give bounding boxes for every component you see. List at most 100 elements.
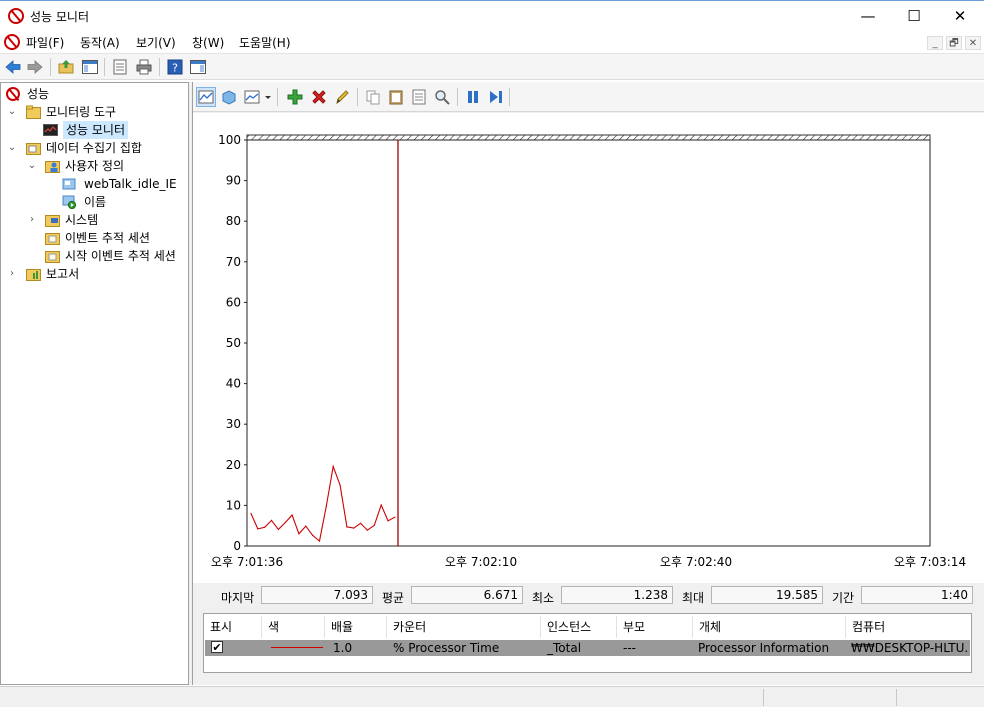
close-button[interactable]: ✕: [937, 1, 983, 31]
y-tick-label: 40: [226, 377, 241, 391]
change-graph-type-icon[interactable]: [243, 88, 261, 106]
data-point: [339, 484, 341, 486]
zoom-icon[interactable]: [433, 88, 451, 106]
highlight-icon[interactable]: [333, 88, 351, 106]
toolbar-separator: [457, 88, 458, 106]
line-graph[interactable]: 100 90 80 70 60 50 40 30 20 10 0 오후 7:01:36 오후 7:02…: [193, 113, 984, 583]
y-tick-label: 70: [226, 255, 241, 269]
menu-action[interactable]: 동작(A): [80, 34, 120, 51]
dropdown-arrow-icon[interactable]: [263, 88, 273, 106]
tree-item-label: 보고서: [46, 267, 80, 281]
minimize-button[interactable]: —: [845, 1, 891, 31]
tree-item-label: 사용자 정의: [65, 159, 125, 173]
collector-set-icon: [62, 178, 76, 190]
chevron-down-icon[interactable]: ⌄: [7, 103, 17, 121]
chevron-down-icon[interactable]: ⌄: [7, 139, 17, 157]
data-point: [373, 524, 375, 526]
data-point: [291, 514, 293, 516]
data-point: [264, 526, 266, 528]
chart-toolbar: [193, 82, 984, 112]
instance-cell: _Total: [547, 641, 582, 655]
data-point: [380, 504, 382, 506]
column-header-counter[interactable]: 카운터: [387, 616, 541, 638]
mdi-close-button[interactable]: ✕: [965, 36, 981, 50]
folder-icon: [26, 105, 41, 119]
show-hide-tree-icon[interactable]: [82, 59, 98, 75]
column-header-color[interactable]: 색: [262, 616, 325, 638]
minimum-label: 최소: [532, 591, 555, 605]
system-folder-icon: [45, 215, 60, 227]
mdi-minimize-button[interactable]: _: [927, 36, 943, 50]
data-point: [387, 520, 389, 522]
data-collector-folder-icon: [26, 143, 41, 155]
data-point: [318, 540, 321, 542]
view-current-activity-icon[interactable]: [196, 87, 216, 107]
perfmon-menu-icon[interactable]: [4, 34, 20, 50]
menu-window[interactable]: 창(W): [192, 34, 224, 51]
perfmon-app-icon: [8, 8, 24, 24]
copy-properties-icon[interactable]: [364, 88, 382, 106]
up-folder-icon[interactable]: [58, 59, 74, 75]
window-title: 성능 모니터: [30, 10, 90, 24]
column-header-computer[interactable]: 컴퓨터: [846, 616, 971, 638]
column-header-scale[interactable]: 배율: [325, 616, 387, 638]
data-point: [270, 519, 273, 521]
maximum-value: 19.585: [711, 586, 823, 604]
update-data-icon[interactable]: [487, 88, 505, 106]
freeze-display-icon[interactable]: [464, 88, 482, 106]
column-header-instance[interactable]: 인스턴스: [541, 616, 617, 638]
last-label: 마지막: [221, 591, 255, 605]
menu-file[interactable]: 파일(F): [26, 34, 64, 51]
column-header-show[interactable]: 표시: [204, 616, 262, 638]
paste-counter-list-icon[interactable]: [387, 88, 405, 106]
status-bar: [0, 686, 984, 707]
properties-icon[interactable]: [112, 59, 128, 75]
chevron-right-icon[interactable]: ›: [27, 211, 37, 229]
y-tick-label: 100: [218, 133, 241, 147]
column-header-object[interactable]: 개체: [693, 616, 846, 638]
delete-counter-icon[interactable]: [310, 88, 328, 106]
tree-item-label: 성능: [27, 87, 50, 101]
data-point: [312, 534, 314, 536]
forward-arrow-icon[interactable]: [27, 59, 43, 75]
properties-icon[interactable]: [410, 88, 428, 106]
toolbar-separator: [509, 88, 510, 106]
x-tick-label: 오후 7:01:36: [211, 555, 283, 569]
computer-cell: ₩₩DESKTOP-HLTU...: [851, 641, 969, 655]
tree-item-label: 데이터 수집기 집합: [46, 141, 142, 155]
x-tick-label: 오후 7:02:10: [445, 555, 517, 569]
chevron-down-icon[interactable]: ⌄: [27, 157, 37, 175]
data-point: [257, 528, 259, 530]
data-point: [298, 533, 300, 535]
object-cell: Processor Information: [698, 641, 830, 655]
plot-frame: [246, 139, 931, 547]
menu-view[interactable]: 보기(V): [136, 34, 176, 51]
column-header-parent[interactable]: 부모: [617, 616, 693, 638]
help-icon[interactable]: ?: [167, 59, 183, 75]
last-value: 7.093: [261, 586, 373, 604]
show-action-pane-icon[interactable]: [190, 59, 206, 75]
back-arrow-icon[interactable]: [5, 59, 21, 75]
x-tick-label: 오후 7:03:14: [894, 555, 966, 569]
startup-trace-folder-icon: [45, 251, 60, 263]
chevron-right-icon[interactable]: ›: [7, 265, 17, 283]
data-point: [284, 521, 286, 524]
add-counter-icon[interactable]: [286, 88, 304, 106]
parent-cell: ---: [623, 641, 636, 655]
view-log-data-icon[interactable]: [220, 88, 238, 106]
perfmon-node-icon: [6, 87, 20, 101]
data-point: [250, 512, 252, 515]
menu-help[interactable]: 도움말(H): [239, 34, 291, 51]
y-tick-label: 30: [226, 417, 241, 431]
maximize-button[interactable]: ☐: [891, 1, 937, 31]
print-icon[interactable]: [136, 59, 152, 75]
x-tick-label: 오후 7:02:40: [660, 555, 732, 569]
show-checkbox[interactable]: ✔: [211, 641, 223, 653]
minimum-value: 1.238: [561, 586, 673, 604]
table-row[interactable]: ✔ 1.0 % Processor Time _Total --- Proces…: [205, 640, 970, 656]
toolbar-separator: [50, 58, 51, 76]
mdi-restore-button[interactable]: 🗗: [946, 36, 962, 50]
running-collector-icon: [62, 195, 77, 209]
status-bar-divider: [763, 689, 764, 706]
overflow-hatch-band: [246, 134, 931, 141]
